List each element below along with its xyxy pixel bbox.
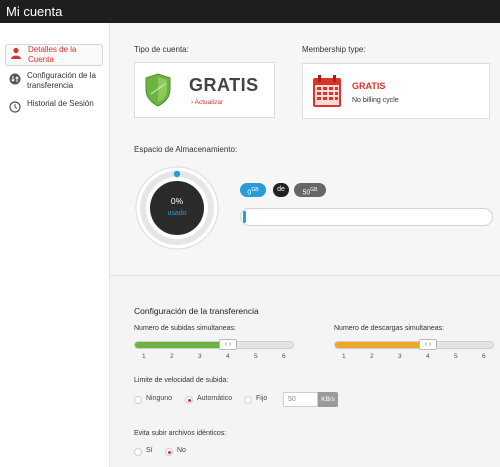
storage-total-pill: 50GB	[294, 183, 326, 197]
membership-type-label: Membership type:	[302, 45, 366, 54]
transfer-section-title: Configuración de la transferencia	[134, 306, 259, 316]
storage-progress-fill	[243, 211, 246, 223]
upload-slider-thumb[interactable]: ‹ ›	[219, 339, 237, 350]
sidebar: Detalles de la Cuenta Configuración de l…	[0, 23, 110, 467]
membership-card: GRATIS No billing cycle	[302, 63, 490, 119]
duplicate-option-label: Sí	[146, 447, 153, 454]
storage-used-label: usado	[167, 210, 187, 217]
billing-cycle-text: No billing cycle	[352, 97, 399, 104]
uploads-label: Numero de subidas simultaneas:	[134, 325, 236, 332]
speed-option-none-radio[interactable]	[134, 396, 142, 404]
upload-tick: 1	[142, 353, 146, 360]
speed-option-label: Ninguno	[146, 395, 173, 402]
storage-of-text: de	[277, 186, 285, 193]
download-tick: 1	[342, 353, 346, 360]
storage-of-pill: de	[273, 183, 289, 197]
upload-tick: 5	[254, 353, 258, 360]
shield-icon	[145, 73, 171, 112]
downloads-label: Numero de descargas simultaneas:	[334, 325, 445, 332]
download-tick: 2	[370, 353, 374, 360]
download-slider[interactable]	[334, 341, 494, 349]
duplicate-yes-radio[interactable]	[134, 448, 142, 456]
upload-slider-fill	[135, 342, 229, 348]
download-tick: 6	[482, 353, 486, 360]
clock-icon	[9, 101, 21, 113]
download-slider-fill	[335, 342, 429, 348]
speed-limit-label: Limite de velocidad de subida:	[134, 377, 229, 384]
upload-tick: 4	[226, 353, 230, 360]
sidebar-item-label: Historial de Sesión	[27, 99, 94, 108]
storage-percent: 0%	[170, 196, 184, 206]
speed-option-label: Automático	[197, 395, 233, 402]
sidebar-item-transfer-settings[interactable]: Configuración de la transferencia	[5, 71, 103, 93]
account-type-card: GRATIS › Actualizar	[134, 62, 275, 118]
duplicate-files-label: Evita subir archivos idénticos:	[134, 430, 227, 437]
duplicate-no-radio[interactable]	[165, 448, 173, 456]
download-slider-thumb[interactable]: ‹ ›	[419, 339, 437, 350]
storage-label: Espacio de Almacenamiento:	[134, 145, 238, 154]
calendar-icon	[312, 74, 342, 113]
speed-option-auto-radio[interactable]	[185, 396, 193, 404]
transfer-icon	[9, 73, 21, 85]
account-plan-name: GRATIS	[189, 75, 259, 95]
speed-limit-input[interactable]	[283, 392, 318, 407]
storage-total-unit: GB	[310, 187, 318, 193]
sidebar-item-account-details[interactable]: Detalles de la Cuenta	[5, 44, 103, 66]
upload-slider[interactable]	[134, 341, 294, 349]
upgrade-link[interactable]: › Actualizar	[191, 99, 223, 106]
window-title: Mi cuenta	[6, 4, 63, 19]
user-icon	[10, 47, 22, 59]
section-divider	[110, 275, 500, 276]
duplicate-option-label: No	[177, 447, 186, 454]
storage-usage-gauge: 0% usado	[134, 165, 220, 251]
upload-tick: 3	[198, 353, 202, 360]
main-content: Tipo de cuenta: GRATIS › Actualizar Memb…	[110, 23, 500, 467]
speed-unit-label: KB/s	[318, 392, 338, 407]
upload-tick: 6	[282, 353, 286, 360]
sidebar-item-label: Configuración de la transferencia	[27, 71, 96, 90]
account-type-label: Tipo de cuenta:	[134, 45, 189, 54]
sidebar-item-label: Detalles de la Cuenta	[28, 45, 77, 64]
speed-option-fixed-radio[interactable]	[244, 396, 252, 404]
speed-option-label: Fijo	[256, 395, 268, 402]
storage-progress-bar	[240, 208, 493, 226]
storage-used-unit: GB	[251, 187, 259, 193]
upload-tick: 2	[170, 353, 174, 360]
download-tick: 3	[398, 353, 402, 360]
title-bar: Mi cuenta	[0, 0, 500, 23]
storage-used-pill: 0GB	[240, 183, 266, 197]
sidebar-item-session-history[interactable]: Historial de Sesión	[5, 99, 103, 113]
membership-plan-name: GRATIS	[352, 81, 386, 91]
download-tick: 5	[454, 353, 458, 360]
download-tick: 4	[426, 353, 430, 360]
